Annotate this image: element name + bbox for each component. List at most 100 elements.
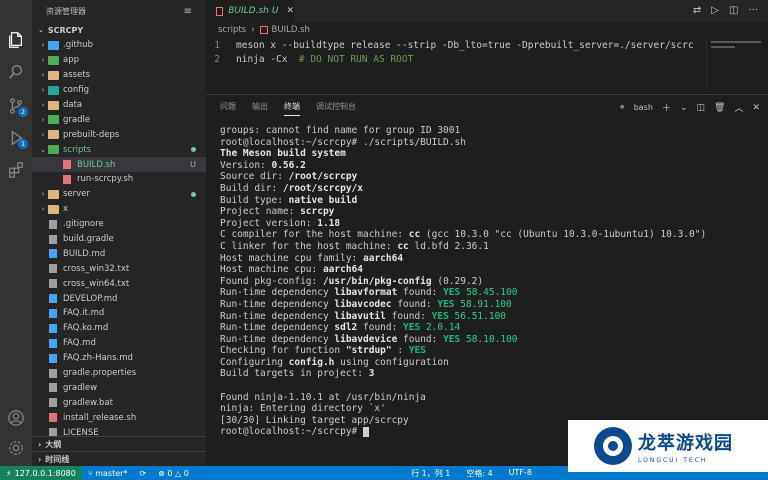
list-item[interactable]: FAQ.it.md bbox=[32, 306, 206, 321]
list-item[interactable]: › config bbox=[32, 83, 206, 98]
list-item[interactable]: › gradle bbox=[32, 112, 206, 127]
file-icon bbox=[49, 219, 57, 229]
file-tree-label: server bbox=[63, 189, 90, 200]
list-item[interactable]: › server bbox=[32, 187, 206, 202]
minimap[interactable] bbox=[706, 38, 768, 92]
breadcrumb-file[interactable]: BUILD.sh bbox=[272, 25, 310, 35]
file-icon bbox=[49, 294, 57, 304]
settings-gear-icon[interactable] bbox=[6, 438, 26, 458]
workspace-root[interactable]: ⌄ SCRCPY bbox=[32, 22, 206, 38]
chevron-right-icon: › bbox=[38, 439, 42, 449]
more-icon[interactable]: ··· bbox=[748, 5, 758, 16]
list-item[interactable]: run-scrcpy.sh bbox=[32, 172, 206, 187]
list-item[interactable]: › data bbox=[32, 98, 206, 113]
sync-icon[interactable]: ⟳ bbox=[133, 469, 152, 478]
folder-icon bbox=[48, 189, 59, 199]
split-editor-icon[interactable]: ◫ bbox=[729, 5, 738, 16]
list-item[interactable]: BUILD.md bbox=[32, 246, 206, 261]
file-icon bbox=[49, 234, 57, 244]
terminal-line: ninja: Entering directory `x' bbox=[220, 403, 386, 415]
list-item[interactable]: gradlew bbox=[32, 380, 206, 395]
minimap-line bbox=[711, 46, 735, 48]
watermark-logo-icon bbox=[594, 427, 632, 465]
file-icon bbox=[49, 264, 57, 274]
run-icon[interactable]: ▷ bbox=[711, 5, 719, 16]
list-item[interactable]: › prebuilt-deps bbox=[32, 127, 206, 142]
file-tree-label: run-scrcpy.sh bbox=[77, 174, 134, 185]
source-control-icon[interactable]: 2 bbox=[6, 96, 28, 117]
trash-icon[interactable]: 🗑 bbox=[714, 103, 725, 113]
list-item[interactable]: cross_win64.txt bbox=[32, 276, 206, 291]
terminal-output[interactable]: groups: cannot find name for group ID 30… bbox=[220, 125, 760, 438]
outline-section[interactable]: › 大纲 bbox=[32, 436, 206, 451]
search-icon[interactable] bbox=[6, 62, 26, 82]
file-tree-label: FAQ.ko.md bbox=[63, 323, 109, 334]
file-tree-label: FAQ.zh-Hans.md bbox=[63, 353, 133, 364]
list-item[interactable]: install_release.sh bbox=[32, 410, 206, 425]
file-tree-label: FAQ.md bbox=[63, 338, 96, 349]
file-icon bbox=[49, 338, 57, 348]
line-number: 2 bbox=[214, 53, 220, 65]
list-item[interactable]: .gitignore bbox=[32, 217, 206, 232]
tab-problems[interactable]: 问题 bbox=[220, 101, 236, 112]
remote-indicator[interactable]: ⚡ 127.0.0.1:8080 bbox=[0, 466, 82, 480]
code-text: ninja -Cx bbox=[236, 53, 299, 65]
list-item[interactable]: cross_win32.txt bbox=[32, 261, 206, 276]
file-tree-label: .github bbox=[63, 40, 93, 51]
list-item[interactable]: DEVELOP.md bbox=[32, 291, 206, 306]
add-terminal-icon[interactable]: ＋ bbox=[662, 101, 671, 114]
compare-icon[interactable]: ⇄ bbox=[693, 5, 701, 16]
close-icon[interactable]: ✕ bbox=[286, 6, 294, 16]
chevron-right-icon: › bbox=[41, 56, 45, 65]
list-item[interactable]: › x bbox=[32, 202, 206, 217]
maximize-icon[interactable]: ︿ bbox=[734, 101, 743, 114]
tab-debug-console[interactable]: 调试控制台 bbox=[316, 101, 356, 112]
warning-count: 0 bbox=[183, 468, 189, 478]
timeline-section[interactable]: › 时间线 bbox=[32, 451, 206, 466]
run-debug-icon[interactable]: 1 bbox=[6, 128, 28, 149]
file-tree-label: gradlew bbox=[63, 382, 98, 393]
list-item[interactable]: gradlew.bat bbox=[32, 395, 206, 410]
tab-output[interactable]: 输出 bbox=[252, 101, 268, 112]
more-actions-icon[interactable]: ≡ bbox=[184, 6, 192, 17]
close-panel-icon[interactable]: ✕ bbox=[752, 103, 760, 113]
list-item[interactable]: BUILD.sh U bbox=[32, 157, 206, 173]
account-icon[interactable] bbox=[6, 408, 26, 428]
folder-icon bbox=[48, 145, 59, 155]
indentation[interactable]: 空格: 4 bbox=[460, 468, 498, 479]
file-icon bbox=[49, 323, 57, 333]
extensions-icon[interactable] bbox=[6, 160, 26, 180]
branch-indicator[interactable]: ⑂ master* bbox=[82, 469, 134, 478]
list-item[interactable]: build.gradle bbox=[32, 232, 206, 247]
chevron-down-icon[interactable]: ⌄ bbox=[680, 103, 688, 113]
file-tree-label: BUILD.sh bbox=[77, 159, 116, 170]
shell-selector[interactable]: bash bbox=[634, 103, 653, 112]
problems-indicator[interactable]: ⊗ 0 △ 0 bbox=[152, 469, 195, 478]
cursor-position[interactable]: 行 1，列 1 bbox=[405, 468, 456, 479]
list-item[interactable]: › assets bbox=[32, 68, 206, 83]
breadcrumb-folder[interactable]: scripts bbox=[218, 25, 246, 35]
terminal-line: Build dir: /root/scrcpy/x bbox=[220, 182, 363, 194]
terminal-line: root@localhost:~/scrcpy# ./scripts/BUILD… bbox=[220, 136, 466, 148]
list-item[interactable]: FAQ.zh-Hans.md bbox=[32, 351, 206, 366]
file-tree-label: data bbox=[63, 100, 83, 110]
code-text: meson x --buildtype release --strip -Db_… bbox=[236, 39, 694, 51]
list-item[interactable]: › app bbox=[32, 53, 206, 68]
tab-terminal[interactable]: 终端 bbox=[284, 101, 300, 116]
list-item[interactable]: ⌄ scripts bbox=[32, 142, 206, 157]
list-item[interactable]: FAQ.ko.md bbox=[32, 321, 206, 336]
scm-badge: 2 bbox=[18, 107, 28, 117]
list-item[interactable]: › .github bbox=[32, 38, 206, 53]
terminal-line: Found pkg-config: /usr/bin/pkg-config (0… bbox=[220, 275, 484, 287]
list-item[interactable]: gradle.properties bbox=[32, 366, 206, 381]
list-item[interactable]: FAQ.md bbox=[32, 336, 206, 351]
encoding[interactable]: UTF-8 bbox=[503, 468, 538, 479]
code-editor[interactable]: 1 meson x --buildtype release --strip -D… bbox=[206, 38, 706, 94]
chevron-right-icon: › bbox=[38, 454, 42, 464]
split-terminal-icon[interactable]: ◫ bbox=[696, 103, 705, 113]
files-icon[interactable] bbox=[6, 30, 26, 50]
tab-label: BUILD.sh bbox=[228, 6, 269, 16]
tab-build-sh[interactable]: BUILD.sh U ✕ bbox=[206, 0, 294, 22]
chevron-right-icon: › bbox=[41, 71, 45, 80]
folder-icon bbox=[48, 100, 59, 110]
